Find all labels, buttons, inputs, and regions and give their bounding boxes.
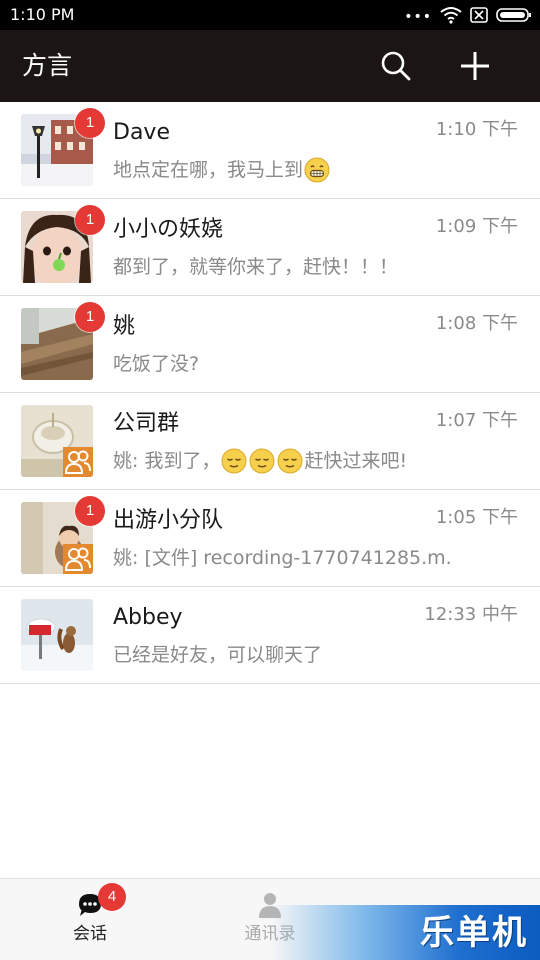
app-screen: 1:10 PM ••• 方言 1 Dave 1:10 下午 地点定在哪，我马上到… xyxy=(0,0,540,960)
group-icon xyxy=(63,447,93,477)
search-button[interactable] xyxy=(376,46,416,86)
wifi-icon xyxy=(440,7,462,24)
conversation-preview: 已经是好友，可以聊天了 xyxy=(113,642,453,668)
search-icon xyxy=(381,51,411,81)
conversation-preview: 姚: 我到了， 赶快过来吧! xyxy=(113,448,453,474)
conversation-name: 小小の妖娆 xyxy=(113,217,224,242)
group-icon xyxy=(63,544,93,574)
unread-badge: 1 xyxy=(75,496,105,526)
conversation-name: Abbey xyxy=(113,605,183,630)
preview-text: 地点定在哪，我马上到 xyxy=(113,159,304,181)
status-icons: ••• xyxy=(404,5,532,25)
conversation-name: 出游小分队 xyxy=(113,508,224,533)
conversation-time: 1:07 下午 xyxy=(435,410,518,431)
relieved-emoji-icon xyxy=(277,448,303,474)
plus-icon xyxy=(461,52,489,80)
relieved-emoji-icon xyxy=(221,448,247,474)
status-bar: 1:10 PM ••• xyxy=(0,0,540,30)
unread-total-badge: 4 xyxy=(98,883,126,911)
conversation-list: 1 Dave 1:10 下午 地点定在哪，我马上到 1 小小の妖娆 1:09 下… xyxy=(0,102,540,684)
tab-chats-label: 会话 xyxy=(73,924,107,944)
conversation-time: 1:10 下午 xyxy=(435,119,518,140)
conversation-item[interactable]: 1 姚 1:08 下午 吃饭了没? xyxy=(0,296,540,393)
grin-emoji-icon xyxy=(304,157,330,183)
preview-text: 已经是好友，可以聊天了 xyxy=(113,644,323,666)
conversation-item[interactable]: 公司群 1:07 下午 姚: 我到了， 赶快过来吧! xyxy=(0,393,540,490)
preview-text: 姚: [文件] recording-1770741285.m... xyxy=(113,547,453,569)
watermark-text: 乐单机 xyxy=(420,913,528,953)
avatar xyxy=(21,405,93,477)
conversation-time: 12:33 中午 xyxy=(424,604,518,625)
app-title: 方言 xyxy=(22,51,73,80)
conversation-item[interactable]: 1 小小の妖娆 1:09 下午 都到了，就等你来了，赶快！！！ xyxy=(0,199,540,296)
conversation-preview: 姚: [文件] recording-1770741285.m... xyxy=(113,545,453,571)
relieved-emoji-icon xyxy=(249,448,275,474)
avatar xyxy=(21,599,93,671)
battery-icon xyxy=(496,8,531,22)
conversation-time: 1:09 下午 xyxy=(435,216,518,237)
sim-off-icon xyxy=(470,7,488,23)
preview-prefix: 姚: 我到了， xyxy=(113,450,221,472)
conversation-name: 姚 xyxy=(113,314,136,339)
conversation-item[interactable]: 1 Dave 1:10 下午 地点定在哪，我马上到 xyxy=(0,102,540,199)
preview-text: 都到了，就等你来了，赶快！！！ xyxy=(113,256,399,278)
conversation-time: 1:05 下午 xyxy=(435,507,518,528)
preview-suffix: 赶快过来吧! xyxy=(304,450,408,472)
conversation-time: 1:08 下午 xyxy=(435,313,518,334)
app-bar: 方言 xyxy=(0,30,540,102)
conversation-preview: 都到了，就等你来了，赶快！！！ xyxy=(113,254,453,280)
conversation-preview: 地点定在哪，我马上到 xyxy=(113,157,453,183)
watermark-banner: 乐单机 xyxy=(270,905,540,960)
unread-badge: 1 xyxy=(75,108,105,138)
bottom-nav: 4 会话 通讯录 乐单机 xyxy=(0,878,540,960)
conversation-name: Dave xyxy=(113,120,170,145)
unread-badge: 1 xyxy=(75,205,105,235)
conversation-preview: 吃饭了没? xyxy=(113,351,453,377)
preview-text: 吃饭了没? xyxy=(113,353,200,375)
unread-badge: 1 xyxy=(75,302,105,332)
conversation-name: 公司群 xyxy=(113,411,180,436)
status-time: 1:10 PM xyxy=(10,5,75,24)
conversation-item[interactable]: 1 出游小分队 1:05 下午 姚: [文件] recording-177074… xyxy=(0,490,540,587)
more-dots-icon: ••• xyxy=(404,9,432,25)
tab-chats[interactable]: 4 会话 xyxy=(0,879,180,960)
conversation-item[interactable]: Abbey 12:33 中午 已经是好友，可以聊天了 xyxy=(0,587,540,684)
add-button[interactable] xyxy=(455,46,495,86)
